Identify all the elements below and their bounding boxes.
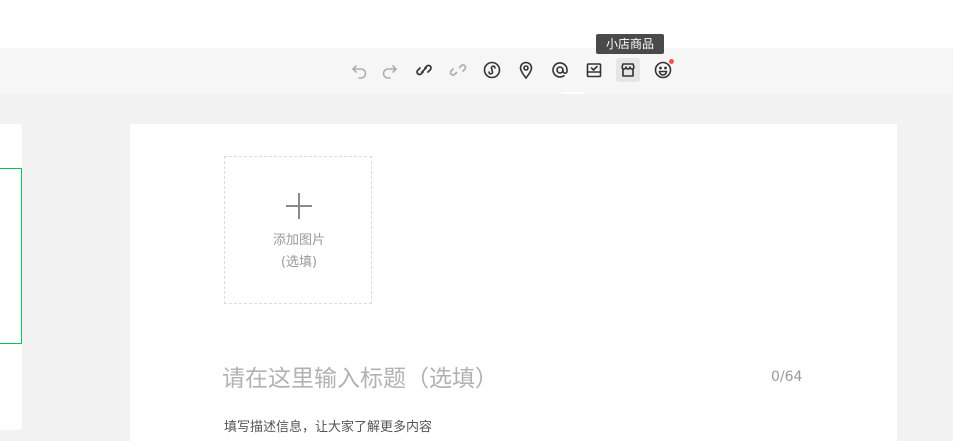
title-char-counter: 0/64 xyxy=(771,369,803,385)
emoji-icon[interactable] xyxy=(651,58,675,82)
shop-goods-icon[interactable] xyxy=(616,58,640,82)
title-input[interactable] xyxy=(222,360,742,398)
redo-icon[interactable] xyxy=(377,58,401,82)
link-icon[interactable] xyxy=(412,58,436,82)
plus-icon xyxy=(286,193,312,219)
mini-program-icon[interactable] xyxy=(480,58,504,82)
description-input[interactable] xyxy=(224,416,824,438)
unlink-icon[interactable] xyxy=(446,58,470,82)
tooltip: 小店商品 xyxy=(596,34,664,54)
undo-icon[interactable] xyxy=(348,58,372,82)
optional-label: (选填) xyxy=(280,255,318,270)
notification-dot xyxy=(669,59,674,64)
editor-toolbar xyxy=(0,48,953,94)
add-image-button[interactable]: 添加图片 (选填) xyxy=(224,156,372,304)
add-image-label: 添加图片 xyxy=(272,233,325,248)
top-bar xyxy=(0,0,953,48)
location-icon[interactable] xyxy=(514,58,538,82)
tool-underline xyxy=(562,92,584,94)
selected-cover-card[interactable] xyxy=(0,168,22,344)
mention-icon[interactable] xyxy=(548,58,572,82)
vote-icon[interactable] xyxy=(582,58,606,82)
